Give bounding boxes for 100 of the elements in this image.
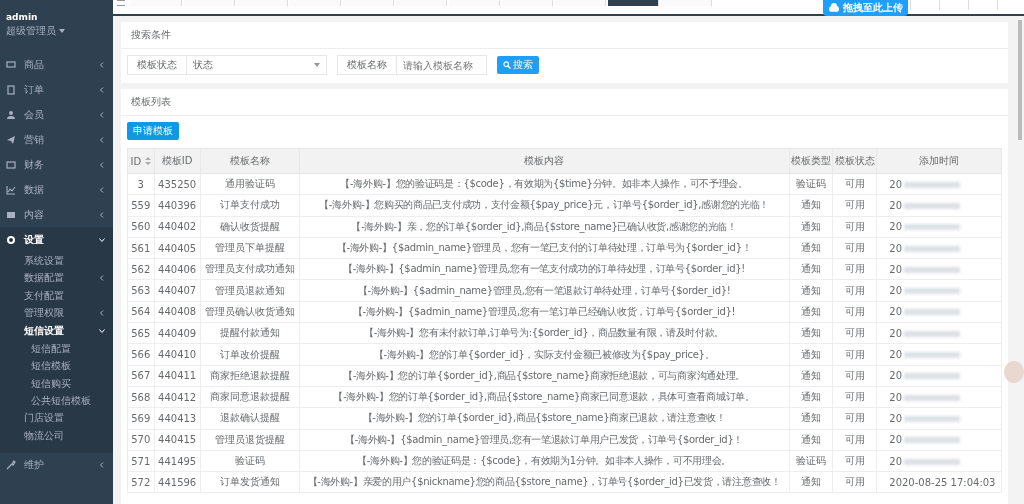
table-cell: 管理员下单提醒	[200, 237, 300, 259]
sidebar-subitem[interactable]: 短信配置	[0, 339, 113, 357]
table-cell: 563	[127, 280, 155, 302]
redaction-bar	[904, 373, 960, 380]
sidebar-subitem[interactable]: 系统设置	[0, 252, 113, 270]
table-cell: 验证码	[789, 450, 833, 472]
page-tab[interactable]	[343, 0, 394, 6]
card-title: 搜索条件	[121, 22, 1008, 49]
sidebar-subitem[interactable]: 短信购买	[0, 374, 113, 392]
table-cell: 管理员支付成功通知	[200, 258, 300, 280]
table-cell: 通用验证码	[200, 173, 300, 195]
table-cell: 通知	[789, 471, 833, 493]
table-cell: 440411	[154, 365, 201, 387]
chevron-icon	[99, 161, 105, 168]
table-cell: 可用	[832, 173, 877, 195]
redaction-bar	[904, 245, 960, 252]
chevron-icon	[99, 310, 105, 317]
page-tab[interactable]	[184, 0, 235, 6]
table-cell: 【-海外购-】{$admin_name}管理员,您有一笔退款订单待处理，订单号{$order_id}!	[299, 280, 790, 302]
table-cell: 20	[889, 199, 902, 211]
table-cell: 商家拒绝退款提醒	[200, 365, 300, 387]
apply-template-button[interactable]: 申请模板	[127, 122, 179, 140]
sidebar-subitem[interactable]: 数据配置	[0, 269, 113, 287]
sidebar-item[interactable]: 订单	[0, 77, 113, 102]
book-icon	[6, 209, 16, 220]
table-cell: 可用	[832, 407, 877, 430]
table-cell: 通知	[789, 258, 833, 280]
page-tab[interactable]	[608, 0, 659, 6]
page-tab[interactable]	[396, 0, 447, 6]
table-cell: 20	[889, 242, 902, 254]
table-cell: 20	[889, 327, 902, 339]
sidebar-item[interactable]: 数据	[0, 177, 113, 202]
table-cell: 441596	[154, 471, 201, 493]
page-tab[interactable]	[502, 0, 553, 6]
redaction-bar	[904, 330, 960, 337]
scrollbar[interactable]	[1018, 20, 1022, 140]
sidebar-item[interactable]: 设置	[0, 227, 113, 252]
chevron-icon	[99, 327, 105, 334]
table-cell: 20	[889, 412, 902, 424]
sidebar-subitem[interactable]: 门店设置	[0, 409, 113, 427]
table-cell: 20	[889, 178, 902, 190]
table-cell: 20	[889, 434, 902, 446]
sidebar-subitem[interactable]: 公共短信模板	[0, 392, 113, 410]
avatar[interactable]	[1004, 361, 1024, 383]
table-cell: 可用	[832, 301, 877, 323]
page-tab[interactable]	[661, 0, 712, 6]
sidebar-subitem[interactable]: 短信设置	[0, 322, 113, 340]
table-cell: 可用	[832, 365, 877, 387]
table-cell: 20	[889, 285, 902, 297]
table-cell: 订单改价提醒	[200, 343, 300, 366]
page-tab[interactable]	[449, 0, 500, 6]
sidebar-item[interactable]: 内容	[0, 202, 113, 227]
sort-icon[interactable]	[145, 156, 152, 165]
table-cell: 567	[127, 365, 155, 387]
table-cell: 订单发货通知	[200, 471, 300, 493]
table-cell: 564	[127, 301, 155, 323]
page-tab[interactable]	[290, 0, 341, 6]
user-role[interactable]: 超级管理员	[6, 24, 56, 38]
table-cell: 【-海外购-】{$admin_name}管理员,您有一笔支付成功的订单待处理，订单号{$order_id}!	[299, 258, 790, 280]
table-cell: 20	[889, 455, 902, 467]
wrench-icon	[6, 460, 16, 470]
table-cell: 可用	[832, 280, 877, 302]
card-icon	[6, 159, 16, 170]
table-cell: 440409	[154, 322, 201, 344]
table-cell: 【-海外购-】您的订单{$order_id}，实际支付金额已被修改为{$pay_price}。	[299, 343, 790, 366]
table-cell: 20	[889, 349, 902, 360]
table-cell: 440410	[154, 343, 201, 366]
redaction-bar	[904, 437, 960, 444]
table-cell: 通知	[789, 386, 833, 408]
caret-icon[interactable]	[59, 29, 65, 33]
table-cell: 3	[127, 173, 155, 195]
user-name: admin	[6, 12, 39, 22]
table-cell: 【-海外购-】亲，您的订单{$order_id},商品{$store_name}已确认收货,感谢您的光临！	[299, 216, 790, 238]
sidebar-subitem[interactable]: 短信模板	[0, 357, 113, 375]
table-cell: 通知	[789, 237, 833, 259]
page-tab[interactable]	[237, 0, 288, 6]
page-tab[interactable]	[131, 0, 182, 6]
redaction-bar	[904, 352, 960, 358]
table-cell: 20	[889, 370, 902, 382]
table-cell: 通知	[789, 365, 833, 387]
menu-icon[interactable]	[117, 0, 125, 6]
chart-icon	[6, 184, 16, 195]
sidebar-subitem[interactable]: 物流公司	[0, 427, 113, 445]
sidebar-subitem[interactable]: 管理权限	[0, 304, 113, 322]
sidebar-subitem[interactable]: 支付配置	[0, 287, 113, 305]
sidebar-item[interactable]: 财务	[0, 152, 113, 177]
chevron-icon	[99, 236, 105, 243]
table-cell: 440402	[154, 216, 201, 238]
redaction-bar	[904, 394, 960, 401]
status-select[interactable]: 状态	[187, 55, 327, 75]
page-tab[interactable]	[555, 0, 606, 6]
name-input[interactable]: 请输入模板名称	[397, 55, 487, 75]
field-label: 模板状态	[127, 55, 187, 75]
sidebar-item[interactable]: 会员	[0, 102, 113, 127]
redaction-bar	[904, 266, 960, 273]
sidebar-item[interactable]: 商品	[0, 52, 113, 77]
sidebar-item[interactable]: 营销	[0, 127, 113, 152]
table-cell: 验证码	[200, 450, 300, 472]
sidebar-item[interactable]: 维护	[0, 452, 113, 478]
table-cell: 566	[127, 343, 155, 366]
